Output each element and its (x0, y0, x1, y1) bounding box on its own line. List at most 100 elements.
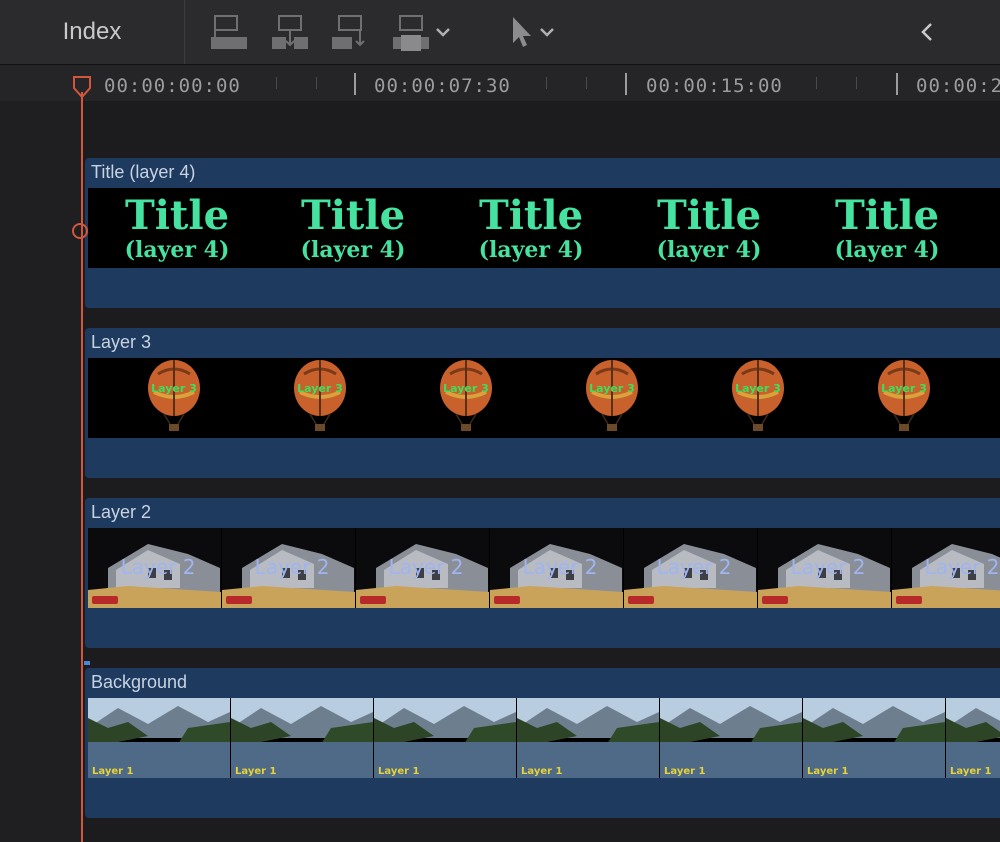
ruler-tick (816, 77, 817, 89)
overwrite-clip-button[interactable] (388, 12, 454, 52)
house-thumbnail: Layer 2 (624, 528, 757, 608)
house-label: Layer 2 (389, 555, 464, 579)
clip-name: Background (91, 672, 188, 692)
collapse-button[interactable] (912, 12, 942, 52)
track-gutter (0, 101, 82, 842)
ruler-tick (586, 77, 587, 89)
lake-label: Layer 1 (378, 766, 420, 777)
title-text: Title (478, 192, 584, 239)
lake-thumbnail: Layer 1 (374, 698, 516, 778)
house-label: Layer 2 (657, 555, 732, 579)
lake-thumbnail: Layer 1 (803, 698, 945, 778)
title-text: Title (834, 192, 940, 239)
connect-clip-icon (211, 15, 247, 49)
lake-thumbnail: Layer 1 (88, 698, 230, 778)
title-subtext: (layer 4) (656, 237, 762, 263)
clip-marker (84, 661, 90, 665)
title-thumbnail: Title (layer 4) (88, 188, 266, 268)
house-thumbnail: Layer 2 (892, 528, 1000, 608)
balloon-label: Layer 3 (151, 382, 197, 395)
timecode-2: 00:00:15:00 (646, 75, 783, 97)
clip-filmstrip: Title (layer 4) Title (layer 4) Title (laye… (88, 188, 1000, 268)
house-label: Layer 2 (121, 555, 196, 579)
lake-thumbnail: Layer 1 (946, 698, 1000, 778)
ruler-tick (896, 73, 898, 95)
connect-clip-button[interactable] (206, 12, 250, 52)
balloon-label: Layer 3 (297, 382, 343, 395)
ruler-tick (354, 73, 356, 95)
balloon-label: Layer 3 (735, 382, 781, 395)
balloon-thumbnail: Layer 3 (582, 358, 642, 438)
lake-thumbnail: Layer 1 (517, 698, 659, 778)
balloon-label: Layer 3 (881, 382, 927, 395)
timecode-0: 00:00:00:00 (104, 75, 241, 97)
title-subtext: (layer 4) (834, 237, 940, 263)
playhead-anchor-icon (72, 223, 88, 239)
house-thumbnail: Layer 2 (88, 528, 221, 608)
ruler-tick (546, 77, 547, 89)
title-subtext: (layer 4) (124, 237, 230, 263)
title-text: Title (300, 192, 406, 239)
house-label: Layer 2 (523, 555, 598, 579)
title-text: Title (656, 192, 762, 239)
clip-layer-3[interactable]: Layer 3 Layer 3 Layer 3 Layer 3 Layer 3 … (85, 328, 1000, 478)
append-clip-button[interactable] (328, 12, 372, 52)
clip-filmstrip: Layer 3 Layer 3 Layer 3 Layer 3 Layer 3 … (88, 358, 1000, 438)
ruler-tick (625, 73, 627, 95)
lake-label: Layer 1 (664, 766, 706, 777)
lake-label: Layer 1 (807, 766, 849, 777)
clip-title-layer-4[interactable]: Title (layer 4) Title (layer 4) Title (lay… (85, 158, 1000, 308)
clip-layer-2[interactable]: Layer 2 Layer 2 Layer 2 Layer 2 Layer 2 … (85, 498, 1000, 648)
timeline-ruler[interactable]: 00:00:00:00 00:00:07:30 00:00:15:00 00:0… (0, 65, 1000, 101)
append-clip-icon (332, 15, 365, 49)
playhead-handle-icon[interactable] (73, 76, 91, 98)
lake-label: Layer 1 (950, 766, 992, 777)
title-subtext: (layer 4) (478, 237, 584, 263)
timecode-1: 00:00:07:30 (374, 75, 511, 97)
chevron-down-icon (436, 28, 450, 37)
house-thumbnail: Layer 2 (490, 528, 623, 608)
clip-name: Title (layer 4) (91, 162, 196, 182)
insert-clip-icon (272, 15, 308, 49)
ruler-tick (316, 77, 317, 89)
clip-name: Layer 3 (91, 332, 152, 352)
balloon-label: Layer 3 (589, 382, 635, 395)
balloon-thumbnail: Layer 3 (144, 358, 204, 438)
balloon-thumbnail: Layer 3 (874, 358, 934, 438)
clip-background[interactable]: Background Layer 1 Layer 1 Layer 1 Layer… (85, 668, 1000, 818)
arrow-pointer-icon (513, 17, 531, 47)
chevron-down-icon (540, 28, 554, 37)
timeline-toolbar: Index (0, 0, 1000, 65)
playhead-line[interactable] (81, 92, 83, 842)
lake-label: Layer 1 (521, 766, 563, 777)
balloon-label: Layer 3 (443, 382, 489, 395)
balloon-thumbnail: Layer 3 (436, 358, 496, 438)
ruler-tick (276, 77, 277, 89)
title-thumbnail: Title (layer 4) (620, 188, 798, 268)
lake-label: Layer 1 (235, 766, 277, 777)
house-thumbnail: Layer 2 (222, 528, 355, 608)
house-label: Layer 2 (925, 555, 1000, 579)
title-thumbnail: Title (layer 4) (798, 188, 976, 268)
lake-thumbnail: Layer 1 (231, 698, 373, 778)
insert-clip-button[interactable] (268, 12, 312, 52)
timecode-3: 00:00:2 (916, 75, 1000, 97)
ruler-tick (856, 77, 857, 89)
balloon-thumbnail: Layer 3 (290, 358, 350, 438)
title-subtext: (layer 4) (300, 237, 406, 263)
balloon-thumbnail: Layer 3 (728, 358, 788, 438)
house-label: Layer 2 (791, 555, 866, 579)
title-thumbnail: Title (layer 4) (264, 188, 442, 268)
chevron-left-icon (921, 23, 932, 41)
lake-thumbnail: Layer 1 (660, 698, 802, 778)
index-label: Index (62, 18, 122, 45)
house-thumbnail: Layer 2 (356, 528, 489, 608)
title-thumbnail: Title (layer 4) (442, 188, 620, 268)
overwrite-clip-icon (393, 15, 429, 51)
clip-filmstrip: Layer 1 Layer 1 Layer 1 Layer 1 Layer 1 … (88, 698, 1000, 778)
index-button[interactable]: Index (0, 0, 185, 64)
house-thumbnail: Layer 2 (758, 528, 891, 608)
lake-label: Layer 1 (92, 766, 134, 777)
house-label: Layer 2 (255, 555, 330, 579)
select-tool-menu[interactable] (504, 12, 560, 52)
